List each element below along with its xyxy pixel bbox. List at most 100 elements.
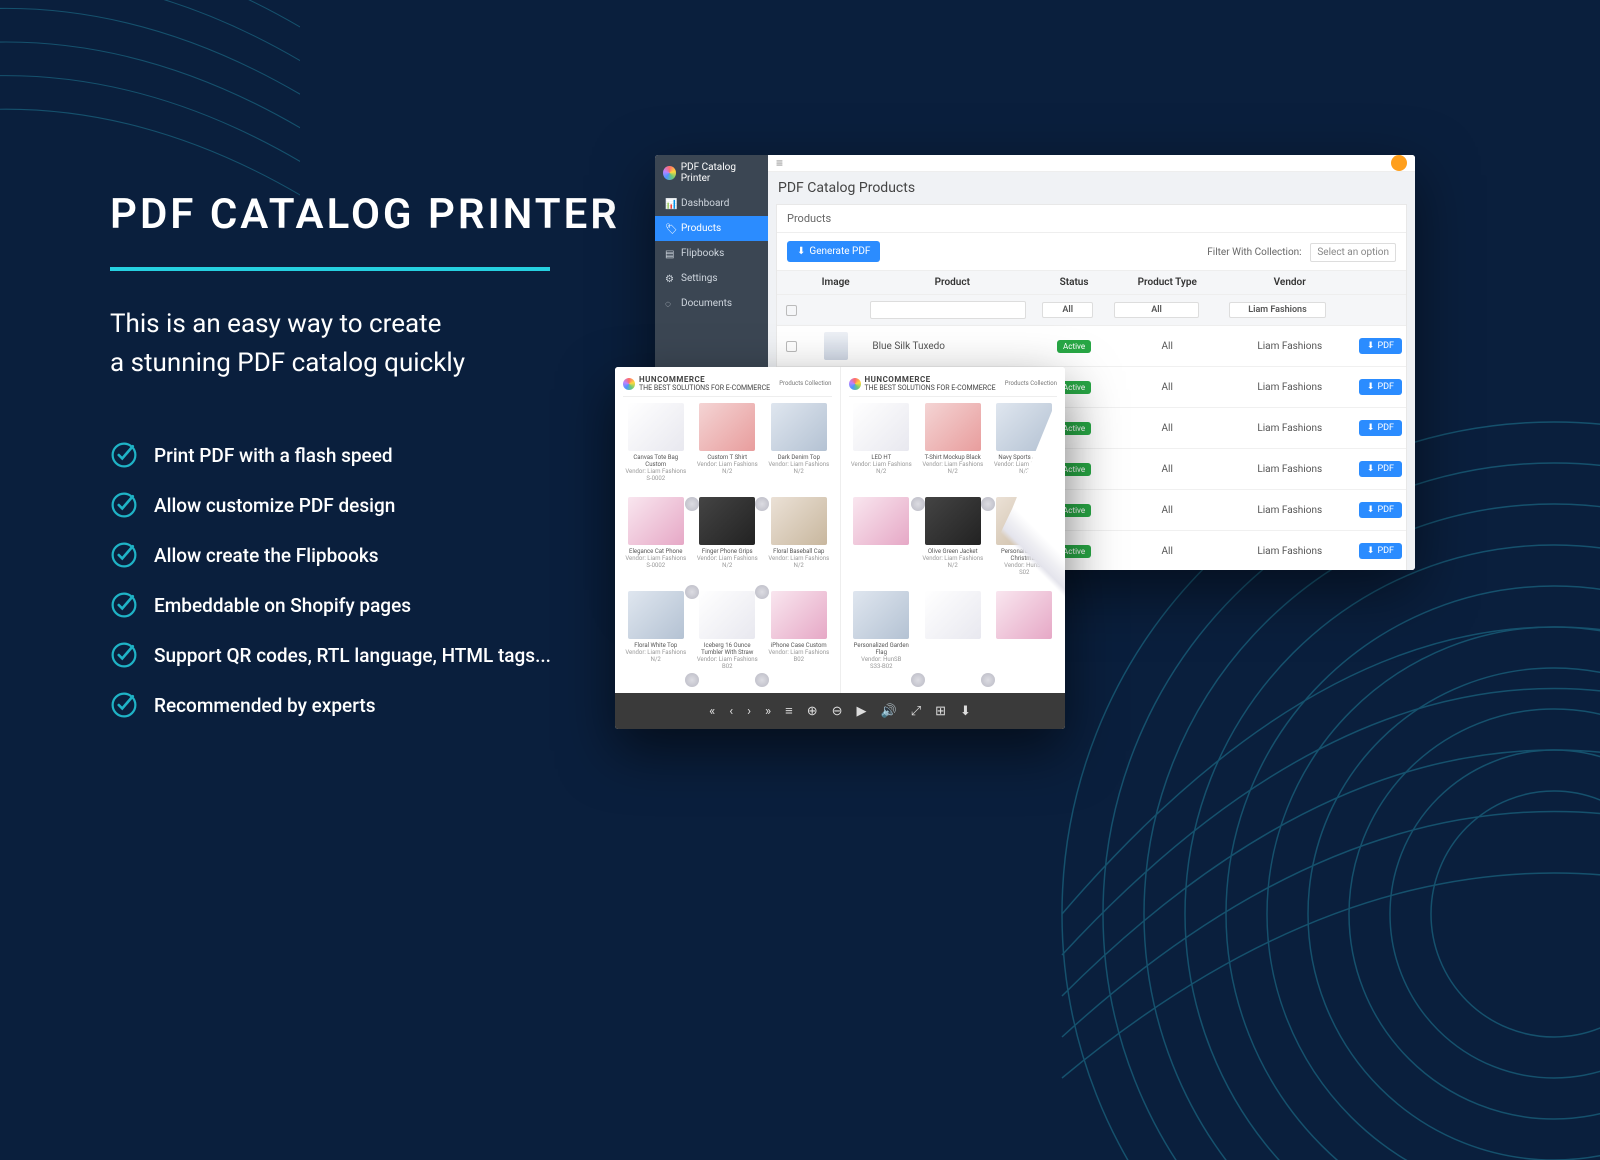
- flipbook-preview: HUNCOMMERCETHE BEST SOLUTIONS FOR E-COMM…: [615, 367, 1065, 729]
- row-pdf-button[interactable]: ⬇PDF: [1359, 543, 1402, 559]
- feature-item: Recommended by experts: [110, 691, 690, 719]
- select-all-checkbox[interactable]: [786, 305, 797, 316]
- catalog-item-name: T-Shirt Mockup Black: [925, 454, 981, 461]
- product-type: All: [1110, 531, 1225, 571]
- table-row: Blue Silk TuxedoActiveAllLiam Fashions⬇P…: [777, 326, 1406, 367]
- hero-section: PDF CATALOG PRINTER This is an easy way …: [110, 190, 690, 741]
- feature-item: Support QR codes, RTL language, HTML tag…: [110, 641, 690, 669]
- tag-icon: 🏷: [665, 224, 675, 234]
- catalog-thumb: [853, 403, 909, 451]
- download-icon: ⬇: [1367, 546, 1375, 556]
- page-title: PDF Catalog Products: [768, 172, 1415, 204]
- catalog-cell: [920, 591, 986, 677]
- download-icon: ⬇: [1367, 341, 1375, 351]
- catalog-item-name: Olive Green Jacket: [928, 548, 978, 555]
- check-icon: [110, 441, 138, 469]
- catalog-thumb: [771, 591, 827, 639]
- product-vendor: Liam Fashions: [1225, 367, 1355, 408]
- catalog-thumb: [628, 591, 684, 639]
- collection-select[interactable]: Select an option: [1310, 243, 1396, 262]
- hamburger-icon[interactable]: ≡: [776, 156, 783, 170]
- flipbook-page-right: HUNCOMMERCETHE BEST SOLUTIONS FOR E-COMM…: [840, 367, 1066, 693]
- vendor-filter-select[interactable]: Liam Fashions: [1229, 302, 1327, 318]
- row-pdf-button[interactable]: ⬇PDF: [1359, 502, 1402, 518]
- product-type: All: [1110, 449, 1225, 490]
- flipbook-tool-icon[interactable]: ⊖: [832, 704, 843, 719]
- catalog-cell: [849, 497, 915, 583]
- flipbook-tool-icon[interactable]: ⊕: [807, 704, 818, 719]
- row-pdf-button[interactable]: ⬇PDF: [1359, 338, 1402, 354]
- catalog-cell: Floral Baseball CapVendor: Liam Fashions…: [766, 497, 832, 583]
- download-icon: ⬇: [1367, 464, 1375, 474]
- flipbook-toolbar: « ‹ › » ≡ ⊕ ⊖ ▶ 🔊 ⤢ ⊞ ⬇: [615, 693, 1065, 729]
- document-icon: ◌: [665, 299, 675, 309]
- product-type: All: [1110, 326, 1225, 367]
- product-name: Blue Silk Tuxedo: [866, 326, 1038, 367]
- product-type: All: [1110, 367, 1225, 408]
- dashboard-icon: 📊: [665, 199, 675, 209]
- col-image: Image: [805, 271, 866, 295]
- catalog-cell: Custom T ShirtVendor: Liam FashionsN/2: [695, 403, 761, 489]
- flipbook-tool-icon[interactable]: ⤢: [911, 704, 921, 719]
- flipbook-tool-icon[interactable]: 🔊: [881, 704, 897, 719]
- topbar: ≡: [768, 155, 1415, 172]
- sidebar-item-settings[interactable]: ⚙ Settings: [655, 266, 768, 291]
- status-badge: Active: [1057, 340, 1091, 353]
- flipbook-page-left: HUNCOMMERCETHE BEST SOLUTIONS FOR E-COMM…: [615, 367, 840, 693]
- catalog-thumb: [699, 591, 755, 639]
- download-icon: ⬇: [1367, 423, 1375, 433]
- catalog-thumb: [853, 497, 909, 545]
- flipbook-tool-icon[interactable]: ▶: [857, 704, 867, 719]
- status-filter-select[interactable]: All: [1042, 302, 1093, 318]
- feature-item: Print PDF with a flash speed: [110, 441, 690, 469]
- catalog-thumb: [925, 497, 981, 545]
- col-type: Product Type: [1110, 271, 1225, 295]
- flipbook-tool-icon[interactable]: ≡: [785, 703, 793, 719]
- catalog-item-name: Finger Phone Grips: [702, 548, 753, 555]
- generate-pdf-button[interactable]: ⬇ Generate PDF: [787, 241, 880, 262]
- row-pdf-button[interactable]: ⬇PDF: [1359, 461, 1402, 477]
- sidebar-item-dashboard[interactable]: 📊 Dashboard: [655, 191, 768, 216]
- catalog-cell: Dark Denim TopVendor: Liam FashionsN/2: [766, 403, 832, 489]
- catalog-item-name: Personalized Cup Christmas: [992, 548, 1058, 562]
- check-icon: [110, 691, 138, 719]
- download-icon: ⬇: [1367, 382, 1375, 392]
- catalog-cell: Navy Sports JacketVendor: Liam FashionsN…: [992, 403, 1058, 489]
- hero-rule: [110, 267, 550, 271]
- feature-item: Embeddable on Shopify pages: [110, 591, 690, 619]
- sidebar-item-documents[interactable]: ◌ Documents: [655, 291, 768, 316]
- product-thumb: [824, 332, 848, 360]
- flipbook-tool-icon[interactable]: ⊞: [935, 704, 946, 719]
- catalog-thumb: [628, 497, 684, 545]
- book-icon: ▤: [665, 249, 675, 259]
- row-checkbox[interactable]: [786, 341, 797, 352]
- col-status: Status: [1038, 271, 1110, 295]
- catalog-thumb: [996, 403, 1052, 451]
- feature-item: Allow customize PDF design: [110, 491, 690, 519]
- brand-logo-icon: [663, 166, 676, 180]
- catalog-cell: Floral White TopVendor: Liam FashionsN/2: [623, 591, 689, 677]
- flipbook-tool-icon[interactable]: «: [709, 704, 715, 719]
- catalog-cell: iPhone Case CustomVendor: Liam FashionsB…: [766, 591, 832, 677]
- sidebar-item-flipbooks[interactable]: ▤ Flipbooks: [655, 241, 768, 266]
- product-search-input[interactable]: [870, 301, 1026, 319]
- catalog-item-name: Navy Sports Jacket: [998, 454, 1050, 461]
- hero-title: PDF CATALOG PRINTER: [110, 190, 690, 239]
- row-pdf-button[interactable]: ⬇PDF: [1359, 379, 1402, 395]
- download-icon: ⬇: [1367, 505, 1375, 515]
- flipbook-tool-icon[interactable]: »: [765, 704, 771, 719]
- catalog-item-name: Elegance Cat Phone: [629, 548, 682, 555]
- catalog-cell: Personalized Cup ChristmasVendor: HunSBS…: [992, 497, 1058, 583]
- catalog-thumb: [925, 591, 981, 639]
- flipbook-tool-icon[interactable]: ⬇: [960, 704, 971, 719]
- sidebar-item-products[interactable]: 🏷 Products: [655, 216, 768, 241]
- flipbook-tool-icon[interactable]: ›: [747, 704, 751, 719]
- catalog-item-name: LED HT: [871, 454, 891, 461]
- row-pdf-button[interactable]: ⬇PDF: [1359, 420, 1402, 436]
- catalog-item-name: Floral Baseball Cap: [773, 548, 824, 555]
- catalog-cell: LED HTVendor: Liam FashionsN/2: [849, 403, 915, 489]
- type-filter-select[interactable]: All: [1114, 302, 1199, 318]
- avatar[interactable]: [1391, 155, 1407, 171]
- product-vendor: Liam Fashions: [1225, 449, 1355, 490]
- flipbook-tool-icon[interactable]: ‹: [729, 704, 733, 719]
